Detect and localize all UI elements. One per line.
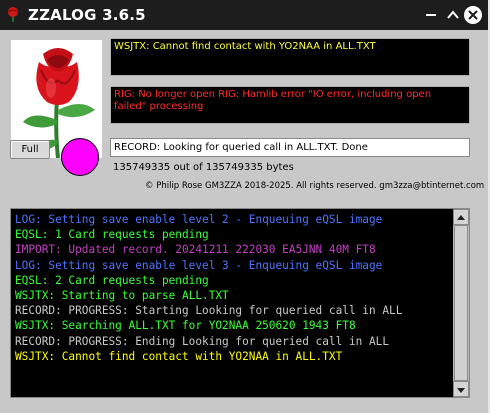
log-line: WSJTX: Searching ALL.TXT for YO2NAA 2506… bbox=[15, 319, 356, 333]
record-status-field: RECORD: Looking for queried call in ALL.… bbox=[110, 138, 470, 157]
log-lines: LOG: Setting save enable level 2 - Enque… bbox=[15, 212, 451, 364]
rig-status-box: RIG: No longer open RIG: Hamlib error "I… bbox=[110, 86, 470, 124]
scroll-up-icon bbox=[457, 215, 465, 220]
log-line: WSJTX: Starting to parse ALL.TXT bbox=[15, 289, 229, 303]
log-line: EQSL: 2 Card requests pending bbox=[15, 273, 209, 287]
maximize-icon[interactable] bbox=[442, 4, 464, 26]
close-icon[interactable] bbox=[462, 4, 484, 26]
scroll-thumb[interactable] bbox=[454, 225, 468, 381]
log-scrollbar[interactable] bbox=[453, 209, 469, 397]
bottom-border bbox=[0, 404, 488, 413]
window-title: ZZALOG 3.6.5 bbox=[28, 6, 146, 24]
log-line: LOG: Setting save enable level 3 - Enque… bbox=[15, 258, 383, 272]
rig-status-text: RIG: No longer open RIG: Hamlib error "I… bbox=[114, 89, 432, 112]
log-line: IMPORT: Updated record. 20241211 222030 … bbox=[15, 243, 376, 257]
scroll-up-button[interactable] bbox=[453, 209, 469, 225]
full-button[interactable]: Full bbox=[10, 140, 50, 159]
log-line: LOG: Setting save enable level 2 - Enque… bbox=[15, 213, 383, 226]
copyright-text: © Philip Rose GM3ZZA 2018-2025. All righ… bbox=[145, 181, 485, 191]
status-indicator-light bbox=[61, 138, 99, 176]
rose-icon bbox=[8, 7, 18, 22]
wsjtx-status-box: WSJTX: Cannot find contact with YO2NAA i… bbox=[110, 38, 470, 76]
log-line: WSJTX: Cannot find contact with YO2NAA i… bbox=[15, 349, 343, 363]
wsjtx-status-text: WSJTX: Cannot find contact with YO2NAA i… bbox=[114, 41, 376, 52]
log-line: EQSL: 1 Card requests pending bbox=[15, 228, 209, 242]
title-bar[interactable]: ZZALOG 3.6.5 bbox=[0, 0, 488, 30]
log-line: RECORD: PROGRESS: Ending Looking for que… bbox=[15, 334, 390, 348]
scroll-down-icon bbox=[457, 388, 465, 393]
minimize-icon[interactable] bbox=[420, 4, 442, 26]
log-panel[interactable]: LOG: Setting save enable level 2 - Enque… bbox=[10, 208, 470, 398]
log-line: RECORD: PROGRESS: Starting Looking for q… bbox=[15, 304, 403, 318]
main-window: ZZALOG 3.6.5 WSJTX: Cannot find contact … bbox=[0, 0, 490, 413]
progress-bytes-text: 135749335 out of 135749335 bytes bbox=[113, 162, 294, 173]
scroll-down-button[interactable] bbox=[453, 381, 469, 397]
